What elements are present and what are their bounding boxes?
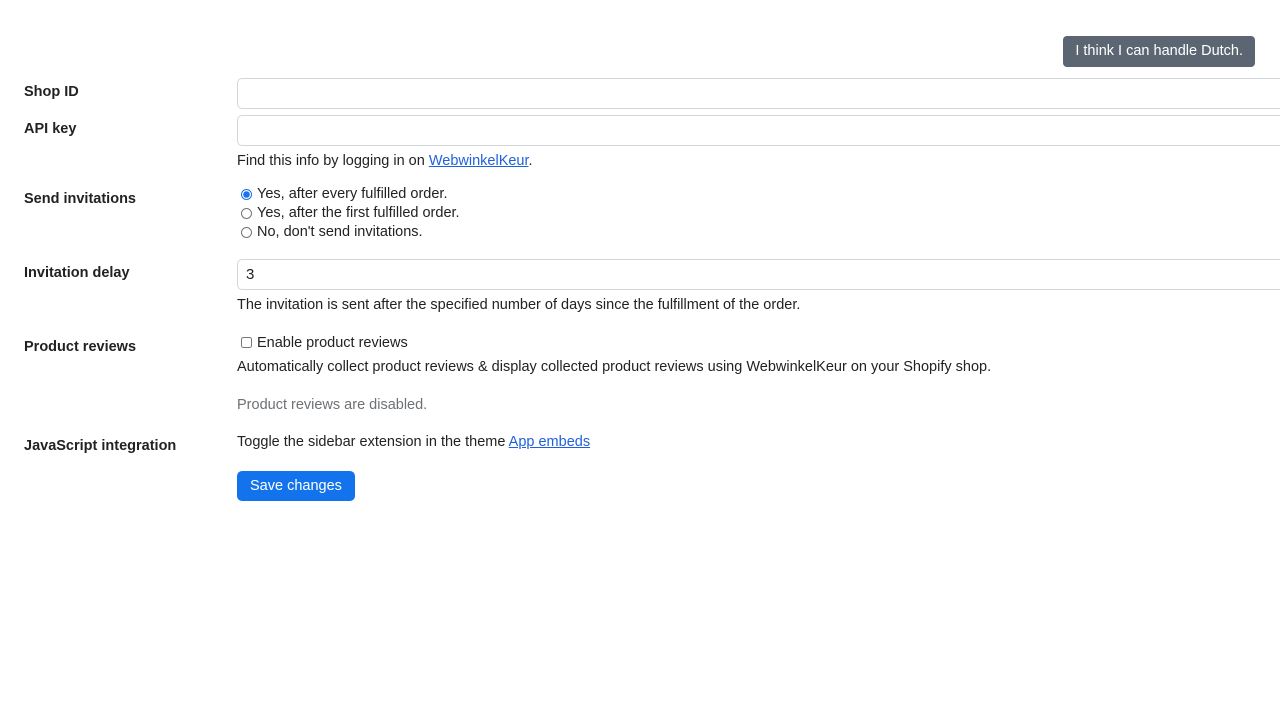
- product-reviews-status: Product reviews are disabled.: [237, 397, 428, 413]
- api-key-input-wrap: [237, 115, 1280, 146]
- api-key-help-prefix: Find this info by logging in on: [237, 153, 429, 169]
- api-key-help: Find this info by logging in on Webwinke…: [237, 151, 1280, 171]
- settings-page: I think I can handle Dutch. Shop ID API …: [0, 0, 1280, 720]
- shop-id-field-col: [237, 78, 1280, 109]
- row-invitation-delay: Invitation delay The invitation is sent …: [0, 259, 1280, 315]
- invitation-delay-help: The invitation is sent after the specifi…: [237, 297, 801, 313]
- product-reviews-label: Product reviews: [24, 339, 137, 355]
- radio-option-first-order[interactable]: Yes, after the first fulfilled order.: [237, 204, 1280, 223]
- invitation-delay-field-col: The invitation is sent after the specifi…: [237, 259, 1280, 315]
- row-javascript-integration: JavaScript integration Toggle the sideba…: [0, 432, 1280, 501]
- product-reviews-field-col: Enable product reviews Automatically col…: [237, 333, 1280, 415]
- shop-id-label: Shop ID: [24, 84, 79, 100]
- api-key-input[interactable]: [237, 115, 1280, 146]
- row-send-invitations: Send invitations Yes, after every fulfil…: [0, 185, 1280, 242]
- row-product-reviews: Product reviews Enable product reviews A…: [0, 333, 1280, 415]
- send-invitations-label: Send invitations: [24, 191, 136, 207]
- invitation-delay-input[interactable]: [237, 259, 1280, 290]
- shop-id-input[interactable]: [237, 78, 1280, 109]
- send-invitations-field-col: Yes, after every fulfilled order. Yes, a…: [237, 185, 1280, 242]
- javascript-integration-field-col: Toggle the sidebar extension in the them…: [237, 432, 1280, 501]
- settings-form: Shop ID API key Find this info by loggin…: [0, 78, 1280, 501]
- language-toggle-button[interactable]: I think I can handle Dutch.: [1063, 36, 1255, 67]
- product-reviews-description: Automatically collect product reviews & …: [237, 359, 992, 375]
- webwinkelkeur-link[interactable]: WebwinkelKeur: [429, 153, 529, 169]
- radio-input-no-invitations[interactable]: [241, 227, 252, 238]
- javascript-integration-prefix: Toggle the sidebar extension in the them…: [237, 434, 509, 450]
- app-embeds-link[interactable]: App embeds: [509, 434, 590, 450]
- radio-input-first-order[interactable]: [241, 208, 252, 219]
- api-key-help-suffix: .: [528, 153, 533, 169]
- javascript-integration-label: JavaScript integration: [24, 438, 177, 454]
- save-changes-button[interactable]: Save changes: [237, 471, 355, 501]
- radio-label-every-order: Yes, after every fulfilled order.: [257, 186, 448, 202]
- api-key-label: API key: [24, 121, 77, 137]
- javascript-integration-text: Toggle the sidebar extension in the them…: [237, 432, 1280, 452]
- api-key-field-col: Find this info by logging in on Webwinke…: [237, 115, 1280, 171]
- radio-label-no-invitations: No, don't send invitations.: [257, 224, 423, 240]
- radio-label-first-order: Yes, after the first fulfilled order.: [257, 205, 460, 221]
- enable-product-reviews-checkbox[interactable]: [241, 337, 252, 348]
- enable-product-reviews-checkbox-row[interactable]: Enable product reviews: [237, 333, 1280, 352]
- row-shop-id: Shop ID: [0, 78, 1280, 109]
- invitation-delay-input-wrap: [237, 259, 1280, 290]
- enable-product-reviews-label: Enable product reviews: [257, 334, 408, 351]
- radio-option-every-order[interactable]: Yes, after every fulfilled order.: [237, 185, 1280, 204]
- radio-input-every-order[interactable]: [241, 189, 252, 200]
- save-button-wrap: Save changes: [237, 471, 1280, 501]
- language-bar: I think I can handle Dutch.: [0, 36, 1280, 68]
- shop-id-input-wrap: [237, 78, 1280, 109]
- invitation-delay-label: Invitation delay: [24, 265, 130, 281]
- row-api-key: API key Find this info by logging in on …: [0, 115, 1280, 171]
- radio-option-no-invitations[interactable]: No, don't send invitations.: [237, 223, 1280, 242]
